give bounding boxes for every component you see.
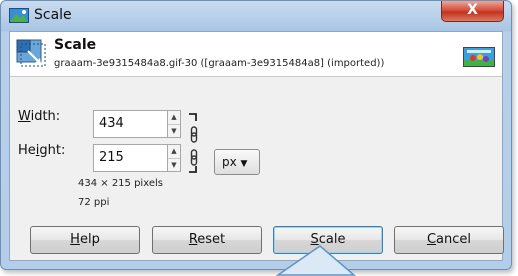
scale-image-icon <box>16 39 46 67</box>
image-thumbnail-icon <box>463 47 495 67</box>
cancel-button[interactable]: Cancel <box>394 226 504 254</box>
width-input[interactable]: 434 <box>93 110 168 138</box>
close-button[interactable]: X <box>441 1 504 22</box>
callout-pointer <box>276 245 356 276</box>
image-name: graaam-3e9315484a8.gif-30 ([graaam-3e931… <box>54 58 385 69</box>
scale-dialog-window: Scale X Scale graaam-3e9315484a8.gif-30 … <box>0 0 512 270</box>
titlebar[interactable]: Scale X <box>1 1 511 31</box>
chevron-down-icon: ▼ <box>240 159 248 169</box>
width-label-mnemonic: W <box>18 109 31 124</box>
dialog-header: Scale graaam-3e9315484a8.gif-30 ([graaam… <box>10 32 502 77</box>
height-spin-up-icon[interactable]: ▲ <box>168 145 180 159</box>
gimp-scale-icon <box>9 8 29 23</box>
height-input[interactable]: 215 <box>93 144 168 172</box>
unit-dropdown[interactable]: px ▼ <box>214 149 260 175</box>
height-label-prefix: He <box>18 143 36 158</box>
height-spin-down-icon[interactable]: ▼ <box>168 159 180 172</box>
width-spinner[interactable]: ▲ ▼ <box>167 110 181 138</box>
pixel-dimensions: 434 × 215 pixels <box>78 178 163 189</box>
height-spinner[interactable]: ▲ ▼ <box>167 144 181 172</box>
resolution-text: 72 ppi <box>78 197 110 208</box>
width-spin-down-icon[interactable]: ▼ <box>168 125 180 138</box>
width-label: Width: <box>18 109 60 124</box>
window-title: Scale <box>34 7 72 23</box>
help-label: elp <box>79 232 100 247</box>
help-mnemonic: H <box>70 232 80 247</box>
height-label-text: ght: <box>39 143 66 158</box>
cancel-mnemonic: C <box>426 232 437 247</box>
chain-link-icon[interactable] <box>187 112 201 174</box>
reset-button[interactable]: Reset <box>152 226 262 254</box>
unit-value: px <box>222 155 237 169</box>
dialog-client-area: Scale graaam-3e9315484a8.gif-30 ([graaam… <box>9 31 504 261</box>
width-label-text: idth: <box>30 109 61 124</box>
height-label: Height: <box>18 143 65 158</box>
reset-label: eset <box>197 232 226 247</box>
cancel-label: ancel <box>436 232 472 247</box>
header-title: Scale <box>54 37 97 53</box>
help-button[interactable]: Help <box>30 226 140 254</box>
reset-mnemonic: R <box>188 232 198 247</box>
width-spin-up-icon[interactable]: ▲ <box>168 111 180 125</box>
